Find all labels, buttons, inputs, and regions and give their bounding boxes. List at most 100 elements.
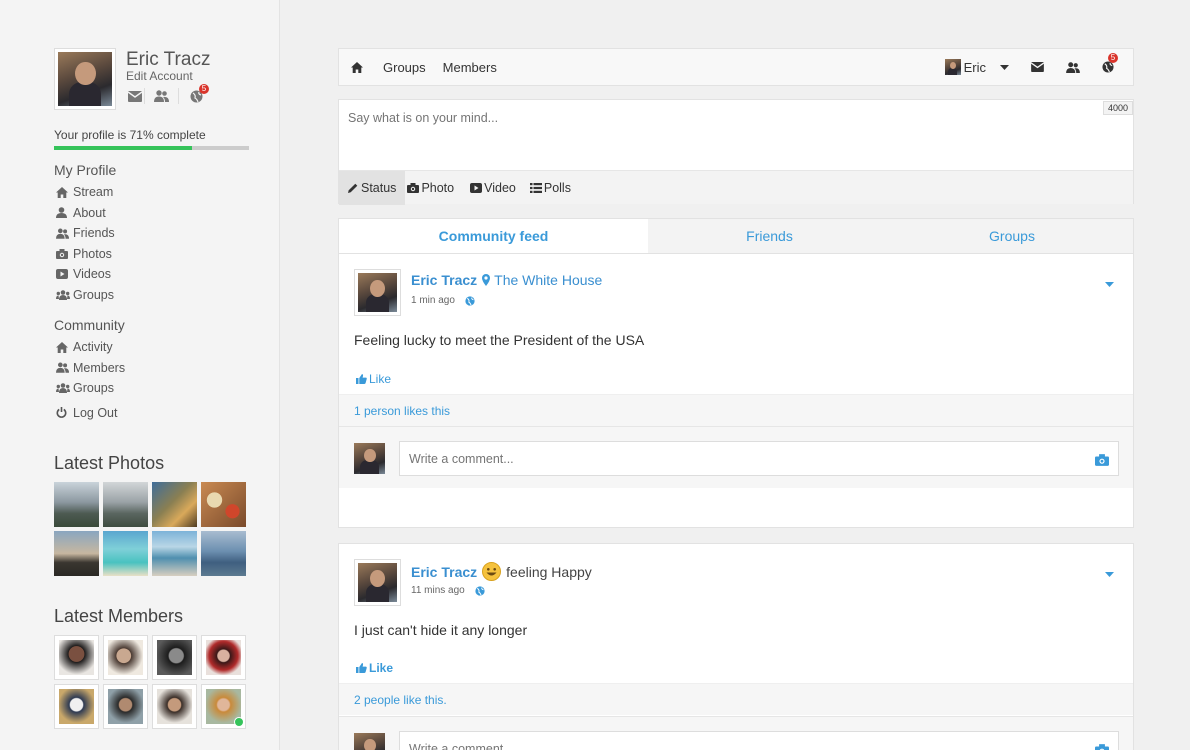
community-title: Community [54, 317, 125, 333]
tab-video[interactable]: Video [463, 171, 525, 205]
likes-count-link[interactable]: 2 people like this. [339, 683, 1133, 715]
member-avatar[interactable] [201, 684, 246, 729]
like-button[interactable]: Like [356, 372, 391, 386]
member-avatar[interactable] [54, 635, 99, 680]
tab-community-feed[interactable]: Community feed [339, 219, 648, 253]
sidebar-item-label: Stream [73, 185, 114, 200]
globe-icon [475, 585, 485, 596]
home-icon[interactable] [351, 61, 363, 73]
profile-progress-text: Your profile is 71% complete [54, 128, 206, 142]
globe-icon[interactable]: 5 [1102, 53, 1118, 73]
home-icon [56, 341, 73, 353]
post-author-link[interactable]: Eric Tracz [411, 564, 477, 580]
post-meta: 1 min ago [411, 295, 475, 306]
tab-photo[interactable]: Photo [405, 171, 463, 205]
char-counter: 4000 [1102, 101, 1133, 115]
caret-down-icon[interactable] [1105, 564, 1114, 582]
user-menu[interactable]: Eric [944, 59, 986, 75]
sidebar-item-videos[interactable]: Videos [56, 264, 115, 285]
likes-count-link[interactable]: 1 person likes this [339, 394, 1133, 426]
online-indicator [234, 717, 244, 727]
post-time[interactable]: 1 min ago [411, 295, 455, 306]
groups-icon [56, 383, 73, 394]
logout-link[interactable]: Log Out [56, 403, 125, 424]
latest-photos-grid [54, 482, 246, 576]
photo-thumbnail[interactable] [152, 482, 197, 527]
photo-thumbnail[interactable] [103, 482, 148, 527]
feed-post: Eric Tracz The White House 1 min ago Fee… [338, 254, 1134, 528]
friends-icon[interactable] [145, 88, 179, 104]
post-location-link[interactable]: The White House [494, 272, 602, 288]
sidebar-item-members[interactable]: Members [56, 358, 125, 379]
friends-icon[interactable] [1066, 61, 1080, 73]
sidebar-item-label: Videos [73, 267, 111, 282]
sidebar-item-about[interactable]: About [56, 203, 115, 224]
top-navbar: Groups Members Eric 5 [338, 48, 1134, 86]
post-time[interactable]: 11 mins ago [411, 585, 465, 596]
member-avatar[interactable] [152, 684, 197, 729]
photo-thumbnail[interactable] [152, 531, 197, 576]
sidebar-item-friends[interactable]: Friends [56, 223, 115, 244]
sidebar-item-label: About [73, 205, 106, 220]
edit-account-link[interactable]: Edit Account [126, 69, 193, 83]
post-author-avatar[interactable] [354, 559, 401, 606]
profile-avatar[interactable] [54, 48, 116, 110]
member-avatar[interactable] [54, 684, 99, 729]
profile-progress-fill [54, 146, 193, 150]
home-icon [56, 186, 73, 198]
post-author-link[interactable]: Eric Tracz [411, 272, 477, 288]
camera-icon[interactable] [1095, 453, 1109, 471]
tab-groups[interactable]: Groups [891, 219, 1133, 253]
member-avatar[interactable] [201, 635, 246, 680]
tab-friends[interactable]: Friends [648, 219, 891, 253]
comment-row [339, 426, 1133, 488]
profile-progress-bar [54, 146, 249, 150]
mail-icon[interactable] [128, 88, 145, 104]
caret-down-icon[interactable] [1000, 64, 1009, 70]
notification-badge: 5 [199, 84, 209, 94]
comment-input[interactable] [399, 731, 1119, 750]
community-nav: Activity Members Groups Log Out [56, 337, 125, 423]
sidebar-item-label: Members [73, 360, 126, 375]
member-avatar[interactable] [103, 684, 148, 729]
status-input[interactable] [339, 100, 1133, 170]
sidebar-item-community-groups[interactable]: Groups [56, 378, 125, 399]
comment-input[interactable] [399, 441, 1119, 476]
my-profile-nav: Stream About Friends Photos Videos Group… [56, 182, 115, 305]
globe-icon[interactable]: 5 [179, 84, 213, 104]
thumbs-up-icon [356, 663, 367, 673]
camera-icon [407, 183, 420, 193]
photo-thumbnail[interactable] [54, 531, 99, 576]
camera-icon[interactable] [1095, 743, 1109, 750]
mail-icon[interactable] [1031, 62, 1044, 72]
member-avatar[interactable] [103, 635, 148, 680]
like-button[interactable]: Like [356, 661, 393, 675]
photo-thumbnail[interactable] [201, 531, 246, 576]
post-author-avatar[interactable] [354, 269, 401, 316]
sidebar-item-activity[interactable]: Activity [56, 337, 125, 358]
thumbs-up-icon [356, 374, 367, 384]
nav-members-link[interactable]: Members [443, 60, 497, 75]
photo-thumbnail[interactable] [103, 531, 148, 576]
notification-badge: 5 [1108, 53, 1118, 63]
caret-down-icon[interactable] [1105, 274, 1114, 292]
groups-icon [56, 289, 73, 300]
sidebar-item-groups[interactable]: Groups [56, 285, 115, 306]
photo-thumbnail[interactable] [54, 482, 99, 527]
photo-thumbnail[interactable] [201, 482, 246, 527]
friends-icon [56, 362, 73, 373]
profile-name[interactable]: Eric Tracz [126, 49, 210, 71]
pencil-icon [348, 183, 358, 193]
sidebar-item-photos[interactable]: Photos [56, 244, 115, 265]
tab-status[interactable]: Status [339, 171, 406, 205]
comment-row [339, 716, 1133, 750]
feed-tabs: Community feed Friends Groups [338, 218, 1134, 254]
feed-post: Eric Tracz feeling Happy 11 mins ago I j… [338, 543, 1134, 750]
tab-polls[interactable]: Polls [525, 171, 580, 205]
friends-icon [56, 228, 73, 239]
post-meta: 11 mins ago [411, 585, 485, 596]
sidebar-item-stream[interactable]: Stream [56, 182, 115, 203]
member-avatar[interactable] [152, 635, 197, 680]
my-profile-title: My Profile [54, 162, 117, 178]
nav-groups-link[interactable]: Groups [383, 60, 426, 75]
